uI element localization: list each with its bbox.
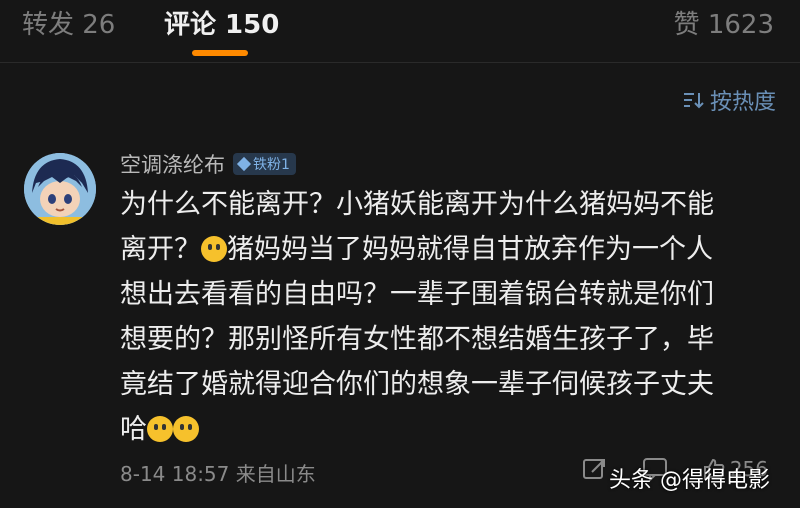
scared-emoji-icon (147, 416, 173, 442)
scared-emoji-icon (173, 416, 199, 442)
username: 空调涤纶布 (120, 153, 225, 177)
watermark: 头条 @得得电影 (609, 468, 770, 493)
divider (0, 62, 800, 63)
sort-label: 按热度 (709, 90, 776, 115)
comment-line: 离开？ 猪妈妈当了妈妈就得自甘放弃作为一个人 (120, 234, 713, 265)
tab-bar: 转发 26 评论 150 赞 1623 (0, 0, 800, 62)
comment-text: 为什么不能离开？小猪妖能离开为什么猪妈妈不能 离开？ 猪妈妈当了妈妈就得自甘放弃作… (120, 182, 790, 452)
diamond-icon (236, 156, 252, 172)
sort-icon (683, 93, 704, 109)
comment-line: 想出去看看的自由吗？一辈子围着锅台转就是你们 (120, 279, 714, 310)
active-tab-indicator (192, 50, 248, 56)
tab-like[interactable]: 赞 1623 (674, 4, 774, 41)
comment-line: 为什么不能离开？小猪妖能离开为什么猪妈妈不能 (120, 189, 714, 220)
comment-line: 想要的？那别怪所有女性都不想结婚生孩子了，毕 (120, 324, 714, 355)
surprised-emoji-icon (201, 236, 227, 262)
comment-author[interactable]: 空调涤纶布 铁粉1 (120, 149, 296, 179)
fan-badge: 铁粉1 (233, 153, 296, 175)
badge-label: 铁粉1 (253, 157, 290, 173)
avatar-image (24, 153, 96, 225)
comment-line: 哈 (120, 407, 790, 452)
sort-button[interactable]: 按热度 (682, 84, 776, 116)
comment-meta: 8-14 18:57 来自山东 (120, 462, 316, 486)
comment-line: 竟结了婚就得迎合你们的想象一辈子伺候孩子丈夫 (120, 369, 714, 400)
tab-comment[interactable]: 评论 150 (164, 4, 279, 41)
tab-repost[interactable]: 转发 26 (22, 4, 115, 41)
share-icon[interactable] (582, 456, 608, 482)
avatar[interactable] (24, 153, 96, 225)
